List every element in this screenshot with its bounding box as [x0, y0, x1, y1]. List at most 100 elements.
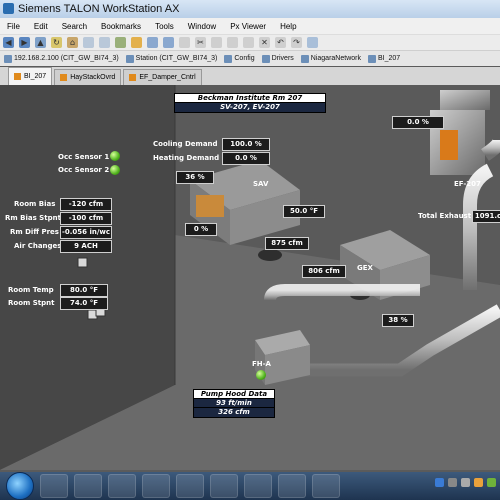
menu-search[interactable]: Search — [55, 22, 94, 31]
occ-sensor-2-led — [110, 165, 120, 175]
back-icon[interactable]: ◀ — [3, 37, 14, 48]
room-temp-label: Room Temp — [8, 286, 54, 294]
view-icon[interactable] — [307, 37, 318, 48]
forward-icon[interactable]: ▶ — [19, 37, 30, 48]
taskbar-app-word[interactable] — [312, 474, 340, 498]
network-tray-icon[interactable] — [448, 478, 457, 487]
address-station[interactable]: Station (CIT_GW_BI74_3) — [125, 54, 217, 63]
cut-icon[interactable]: ✂ — [195, 37, 206, 48]
occ-sensor-1-label: Occ Sensor 1 — [58, 153, 110, 161]
config-icon — [224, 54, 233, 63]
app-icon — [3, 3, 14, 14]
taskbar-app-java[interactable] — [278, 474, 306, 498]
taskbar-app-ie[interactable] — [108, 474, 136, 498]
taskbar-app-network[interactable] — [244, 474, 272, 498]
address-host[interactable]: 192.168.2.100 (CIT_GW_BI74_3) — [4, 54, 119, 63]
sav-airflow[interactable]: 875 cfm — [265, 237, 309, 250]
rm-diff-pres-value[interactable]: -0.056 in/wc — [60, 226, 112, 239]
address-bar: 192.168.2.100 (CIT_GW_BI74_3) Station (C… — [0, 50, 500, 66]
occ-sensor-1-led — [110, 151, 120, 161]
px-graphic-canvas: Beckman Institute Rm 207 SV-207, EV-207 … — [0, 85, 500, 470]
address-drivers[interactable]: Drivers — [261, 54, 294, 63]
tab-ef-damper-cntrl[interactable]: EF_Damper_Cntrl — [123, 69, 202, 85]
menu-edit[interactable]: Edit — [27, 22, 55, 31]
battery-icon[interactable] — [487, 478, 496, 487]
heating-demand-value[interactable]: 0.0 % — [222, 152, 270, 165]
window-title: Siemens TALON WorkStation AX — [18, 3, 180, 15]
menu-window[interactable]: Window — [181, 22, 223, 31]
tab-icon — [129, 74, 137, 81]
console-icon[interactable] — [115, 37, 126, 48]
delete-icon[interactable]: ✕ — [259, 37, 270, 48]
start-button[interactable] — [6, 472, 34, 500]
air-changes-value[interactable]: 9 ACH — [60, 240, 112, 253]
bluetooth-icon[interactable] — [435, 478, 444, 487]
taskbar-app-folder[interactable] — [142, 474, 170, 498]
cooling-demand-value[interactable]: 100.0 % — [222, 138, 270, 151]
menu-help[interactable]: Help — [273, 22, 303, 31]
point-icon — [367, 54, 376, 63]
gex-label: GEX — [357, 264, 373, 272]
ef-motor — [440, 130, 458, 160]
room-bias-value[interactable]: -120 cfm — [60, 198, 112, 211]
toolbar: ◀ ▶ ▲ ↻ ⌂ ✂ ✕ ↶ ↷ — [0, 34, 500, 50]
taskbar — [0, 472, 500, 500]
menu-px-viewer[interactable]: Px Viewer — [223, 22, 273, 31]
total-exhaust-value[interactable]: 1091.c — [472, 210, 500, 223]
network-icon — [300, 54, 309, 63]
host-icon — [4, 54, 12, 63]
menu-tools[interactable]: Tools — [148, 22, 181, 31]
room-stpnt-value[interactable]: 74.0 °F — [60, 297, 108, 310]
sav-damper-position[interactable]: 36 % — [176, 171, 214, 184]
address-point[interactable]: BI_207 — [367, 54, 400, 63]
address-config[interactable]: Config — [224, 54, 255, 63]
tab-haystackovrd[interactable]: HayStackOvrd — [54, 69, 122, 85]
tab-bi-207[interactable]: BI_207 — [8, 67, 53, 85]
thermostat-icon — [77, 257, 88, 268]
find-icon[interactable] — [99, 37, 110, 48]
drivers-icon — [261, 54, 270, 63]
sav-supply-temp[interactable]: 50.0 °F — [283, 205, 325, 218]
gex-airflow[interactable]: 806 cfm — [302, 265, 346, 278]
heating-demand-label: Heating Demand — [153, 154, 220, 162]
fume-hood-led — [256, 370, 266, 380]
sav-coil — [196, 195, 224, 217]
redo-icon[interactable]: ↷ — [291, 37, 302, 48]
home-icon[interactable]: ⌂ — [67, 37, 78, 48]
volume-icon[interactable] — [461, 478, 470, 487]
taskbar-app-explorer[interactable] — [40, 474, 68, 498]
taskbar-app-media[interactable] — [74, 474, 102, 498]
ef-damper-position[interactable]: 0.0 % — [392, 116, 444, 129]
refresh-icon[interactable]: ↻ — [51, 37, 62, 48]
pump-flow[interactable]: 326 cfm — [193, 407, 275, 418]
hierarchy-icon[interactable] — [83, 37, 94, 48]
tab-strip: BI_207 HayStackOvrd EF_Damper_Cntrl — [0, 67, 500, 85]
rm-bias-stpnt-value[interactable]: -100 cfm — [60, 212, 112, 225]
tab-icon — [14, 73, 21, 80]
ef-duct — [440, 90, 490, 110]
room-temp-value[interactable]: 80.0 °F — [60, 284, 108, 297]
save-all-icon[interactable] — [163, 37, 174, 48]
open-folder-icon[interactable] — [131, 37, 142, 48]
duplicate-icon[interactable] — [243, 37, 254, 48]
flag-icon[interactable] — [474, 478, 483, 487]
tab-icon — [60, 74, 68, 81]
room-header-units: SV-207, EV-207 — [174, 102, 326, 113]
address-network[interactable]: NiagaraNetwork — [300, 54, 361, 63]
taskbar-app-paint[interactable] — [210, 474, 238, 498]
up-icon[interactable]: ▲ — [35, 37, 46, 48]
menu-file[interactable]: File — [0, 22, 27, 31]
edit-icon[interactable] — [179, 37, 190, 48]
undo-icon[interactable]: ↶ — [275, 37, 286, 48]
occ-sensor-2-label: Occ Sensor 2 — [58, 166, 110, 174]
save-icon[interactable] — [147, 37, 158, 48]
ef-207-label: EF-207 — [454, 180, 481, 188]
sav-diffuser — [258, 249, 282, 261]
menu-bookmarks[interactable]: Bookmarks — [94, 22, 148, 31]
copy-icon[interactable] — [211, 37, 222, 48]
reheat-valve-position[interactable]: 0 % — [185, 223, 217, 236]
paste-icon[interactable] — [227, 37, 238, 48]
gex-damper-position[interactable]: 38 % — [382, 314, 414, 327]
taskbar-app-talon[interactable] — [176, 474, 204, 498]
room-bias-label: Room Bias — [14, 200, 56, 208]
